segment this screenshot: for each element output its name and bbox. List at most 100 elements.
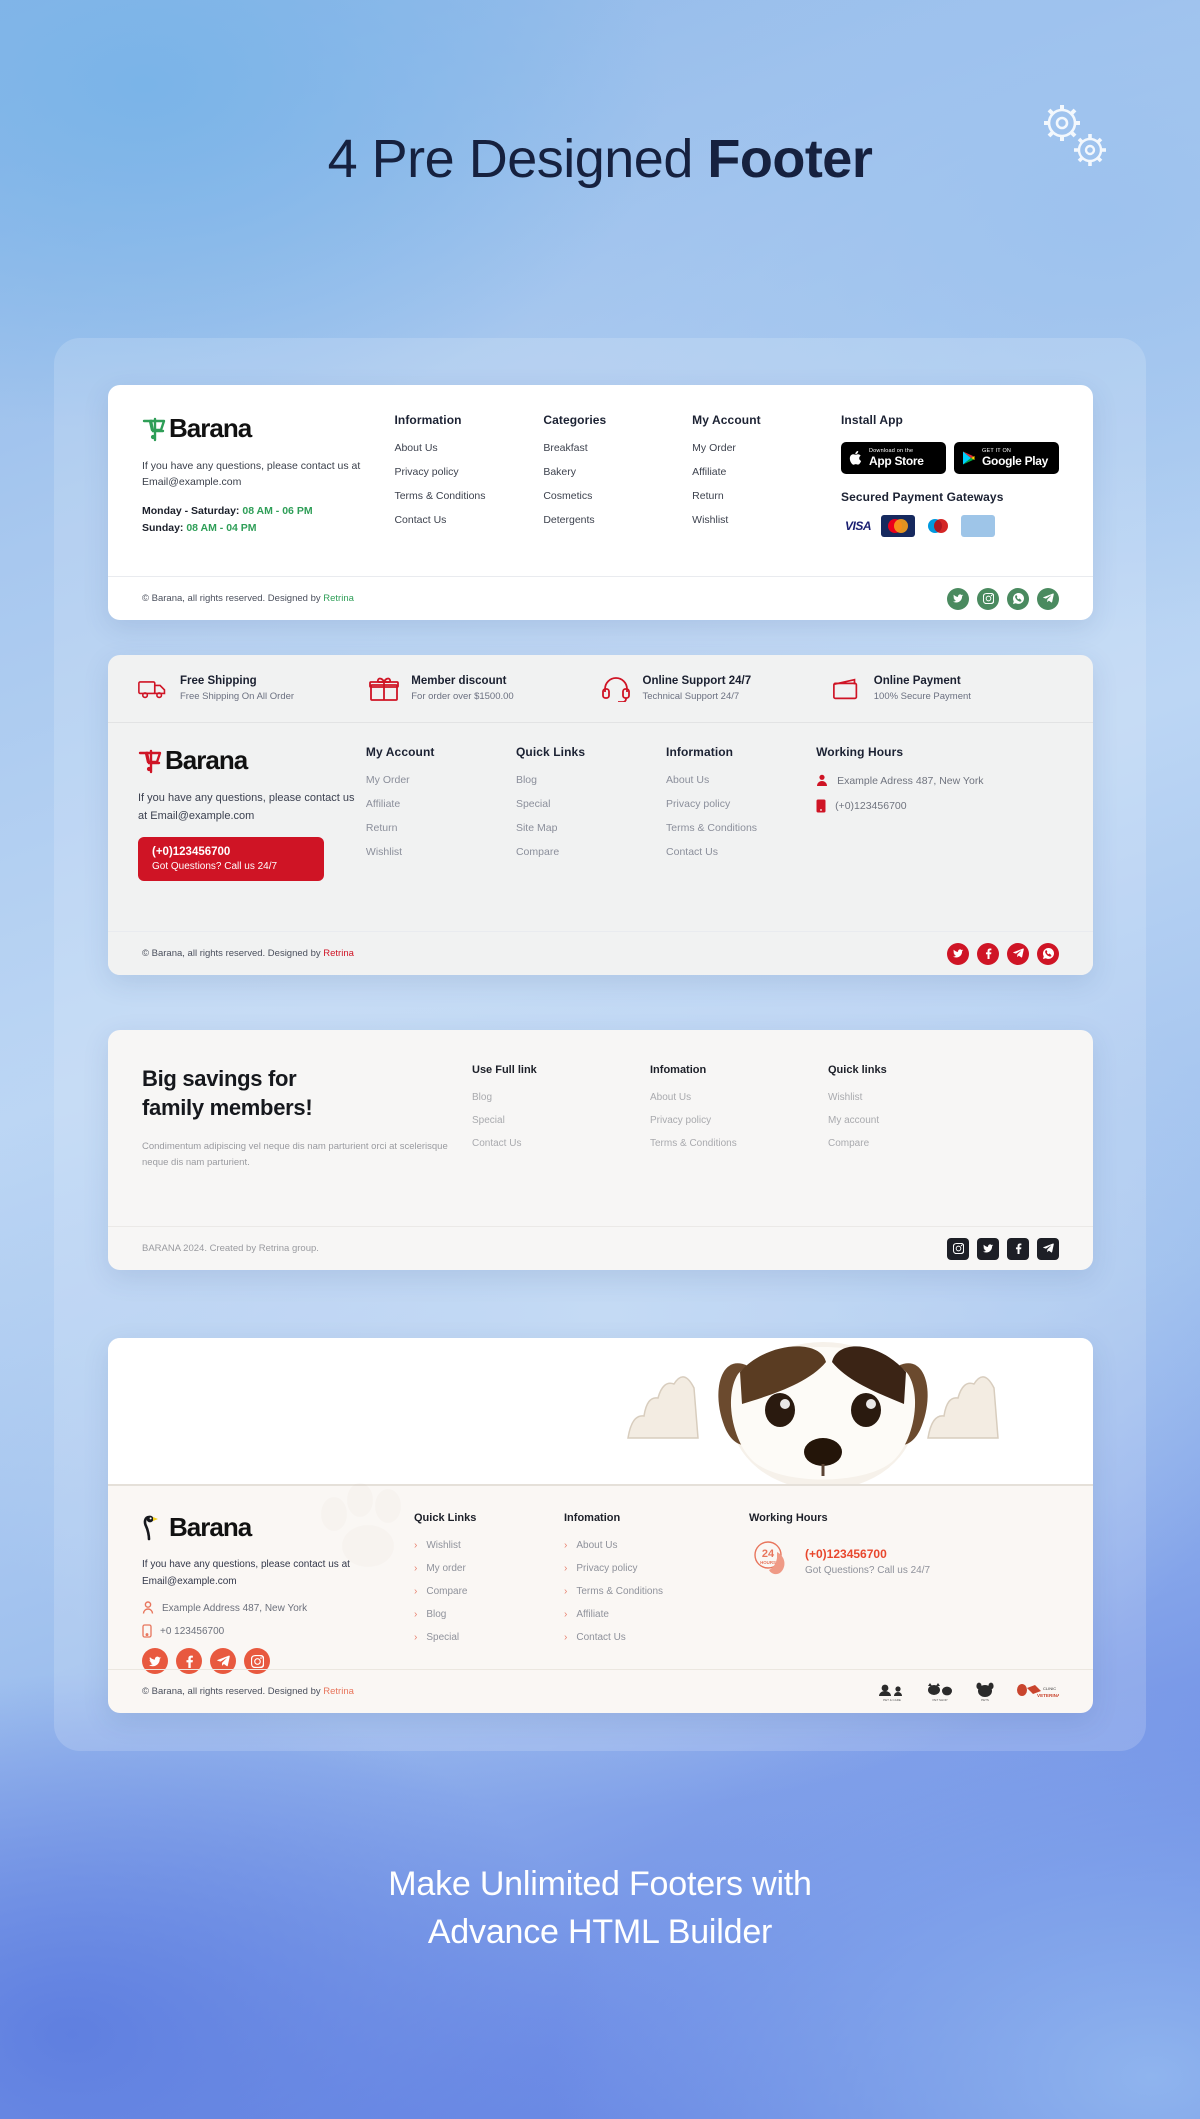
- link-item[interactable]: My Order: [692, 442, 841, 454]
- footer4-working-hours-block: Working Hours 24 HOURS (+0)123456700 Got…: [749, 1512, 1019, 1674]
- footer-variant-3: Big savings for family members! Condimen…: [108, 1030, 1093, 1270]
- footer3-column-quick-links: Quick links Wishlist My account Compare: [828, 1064, 1006, 1172]
- feature-sub: For order over $1500.00: [411, 691, 514, 702]
- telegram-icon[interactable]: [1037, 1237, 1059, 1260]
- link-item[interactable]: Special: [472, 1115, 650, 1126]
- link-item[interactable]: Compare: [516, 846, 666, 858]
- footer1-brand-block: Barana If you have any questions, please…: [142, 413, 394, 538]
- footer2-logo[interactable]: Barana: [138, 745, 366, 776]
- instagram-icon[interactable]: [977, 587, 999, 610]
- link-item[interactable]: Cosmetics: [543, 490, 692, 502]
- feature-online-support: Online Support 24/7 Technical Support 24…: [601, 675, 832, 702]
- location-person-icon: [142, 1601, 154, 1614]
- feature-title: Member discount: [411, 675, 507, 687]
- designer-link[interactable]: Retrina: [323, 948, 354, 959]
- phone-text: (+0)123456700: [835, 800, 907, 812]
- link-label: Wishlist: [426, 1540, 461, 1551]
- footer3-description: Condimentum adipiscing vel neque dis nam…: [142, 1140, 448, 1169]
- whatsapp-icon[interactable]: [1007, 587, 1029, 610]
- telegram-icon[interactable]: [1037, 587, 1059, 610]
- link-item[interactable]: Affiliate: [366, 798, 516, 810]
- working-hours-heading: Working Hours: [749, 1512, 828, 1524]
- link-item[interactable]: About Us: [650, 1092, 828, 1103]
- page-title-bold: Footer: [707, 129, 873, 189]
- whatsapp-icon[interactable]: [1037, 942, 1059, 965]
- footer3-title-line1: Big savings for: [142, 1066, 297, 1091]
- column-heading: Infomation: [650, 1064, 707, 1076]
- link-item[interactable]: Wishlist: [366, 846, 516, 858]
- link-item[interactable]: › Contact Us: [564, 1632, 749, 1643]
- link-item[interactable]: › My order: [414, 1563, 564, 1574]
- link-label: Affiliate: [576, 1609, 609, 1620]
- twitter-icon[interactable]: [977, 1237, 999, 1260]
- feature-member-discount: Member discount For order over $1500.00: [369, 675, 600, 702]
- link-item[interactable]: Compare: [828, 1138, 1006, 1149]
- footer2-phone-row: (+0)123456700: [816, 799, 1063, 813]
- twitter-icon[interactable]: [947, 587, 969, 610]
- link-item[interactable]: Privacy policy: [650, 1115, 828, 1126]
- link-item[interactable]: About Us: [666, 774, 816, 786]
- link-item[interactable]: Blog: [516, 774, 666, 786]
- link-item[interactable]: Special: [516, 798, 666, 810]
- link-item[interactable]: Terms & Conditions: [650, 1138, 828, 1149]
- link-item[interactable]: Breakfast: [543, 442, 692, 454]
- twitter-icon[interactable]: [947, 942, 969, 965]
- link-label: About Us: [576, 1540, 618, 1551]
- link-item[interactable]: › Affiliate: [564, 1609, 749, 1620]
- footer-variant-2: Free Shipping Free Shipping On All Order…: [108, 655, 1093, 975]
- feature-title: Online Support 24/7: [642, 675, 752, 687]
- footer1-weekday-label: Monday - Saturday:: [142, 504, 240, 517]
- link-item[interactable]: Privacy policy: [666, 798, 816, 810]
- chevron-right-icon: ›: [564, 1609, 568, 1620]
- visa-icon: VISA: [841, 515, 875, 537]
- link-item[interactable]: Affiliate: [692, 466, 841, 478]
- apple-icon: [849, 450, 862, 465]
- column-heading: Information: [394, 413, 462, 427]
- link-item[interactable]: Contact Us: [472, 1138, 650, 1149]
- link-item[interactable]: Wishlist: [692, 514, 841, 526]
- link-item[interactable]: Contact Us: [394, 514, 543, 526]
- footer2-description: If you have any questions, please contac…: [138, 792, 355, 822]
- link-item[interactable]: › Privacy policy: [564, 1563, 749, 1574]
- link-item[interactable]: Contact Us: [666, 846, 816, 858]
- install-app-heading: Install App: [841, 413, 903, 427]
- chevron-right-icon: ›: [564, 1586, 568, 1597]
- footer2-column-quick-links: Quick Links Blog Special Site Map Compar…: [516, 745, 666, 881]
- footer1-logo[interactable]: Barana: [142, 413, 394, 444]
- footer4-copyright: © Barana, all rights reserved. Designed …: [142, 1686, 354, 1697]
- link-item[interactable]: › Blog: [414, 1609, 564, 1620]
- link-item[interactable]: Return: [366, 822, 516, 834]
- link-item[interactable]: › Terms & Conditions: [564, 1586, 749, 1597]
- designer-link[interactable]: Retrina: [323, 593, 354, 604]
- footer2-call-box[interactable]: (+0)123456700 Got Questions? Call us 24/…: [138, 837, 324, 882]
- facebook-icon[interactable]: [977, 942, 999, 965]
- designer-link[interactable]: Retrina: [323, 1686, 354, 1697]
- feature-online-payment: Online Payment 100% Secure Payment: [832, 675, 1063, 702]
- facebook-icon[interactable]: [1007, 1237, 1029, 1260]
- google-play-button[interactable]: GET IT ON Google Play: [954, 442, 1059, 474]
- link-item[interactable]: My account: [828, 1115, 1006, 1126]
- link-item[interactable]: Return: [692, 490, 841, 502]
- link-item[interactable]: Privacy policy: [394, 466, 543, 478]
- link-item[interactable]: About Us: [394, 442, 543, 454]
- link-item[interactable]: Detergents: [543, 514, 692, 526]
- address-text: Example Address 487, New York: [162, 1602, 308, 1614]
- link-item[interactable]: Site Map: [516, 822, 666, 834]
- feature-sub: 100% Secure Payment: [873, 691, 971, 702]
- link-item[interactable]: My Order: [366, 774, 516, 786]
- link-item[interactable]: Blog: [472, 1092, 650, 1103]
- link-item[interactable]: › Special: [414, 1632, 564, 1643]
- link-item[interactable]: › Compare: [414, 1586, 564, 1597]
- footer4-hero-image: [108, 1338, 1093, 1486]
- link-item[interactable]: Bakery: [543, 466, 692, 478]
- link-item[interactable]: Wishlist: [828, 1092, 1006, 1103]
- footer4-logo-text: Barana: [169, 1512, 252, 1542]
- link-item[interactable]: › About Us: [564, 1540, 749, 1551]
- instagram-icon[interactable]: [947, 1237, 969, 1260]
- app-store-button[interactable]: Download on the App Store: [841, 442, 946, 474]
- link-item[interactable]: Terms & Conditions: [394, 490, 543, 502]
- telegram-icon[interactable]: [1007, 942, 1029, 965]
- column-heading: Quick links: [828, 1064, 887, 1076]
- link-item[interactable]: › Wishlist: [414, 1540, 564, 1551]
- link-item[interactable]: Terms & Conditions: [666, 822, 816, 834]
